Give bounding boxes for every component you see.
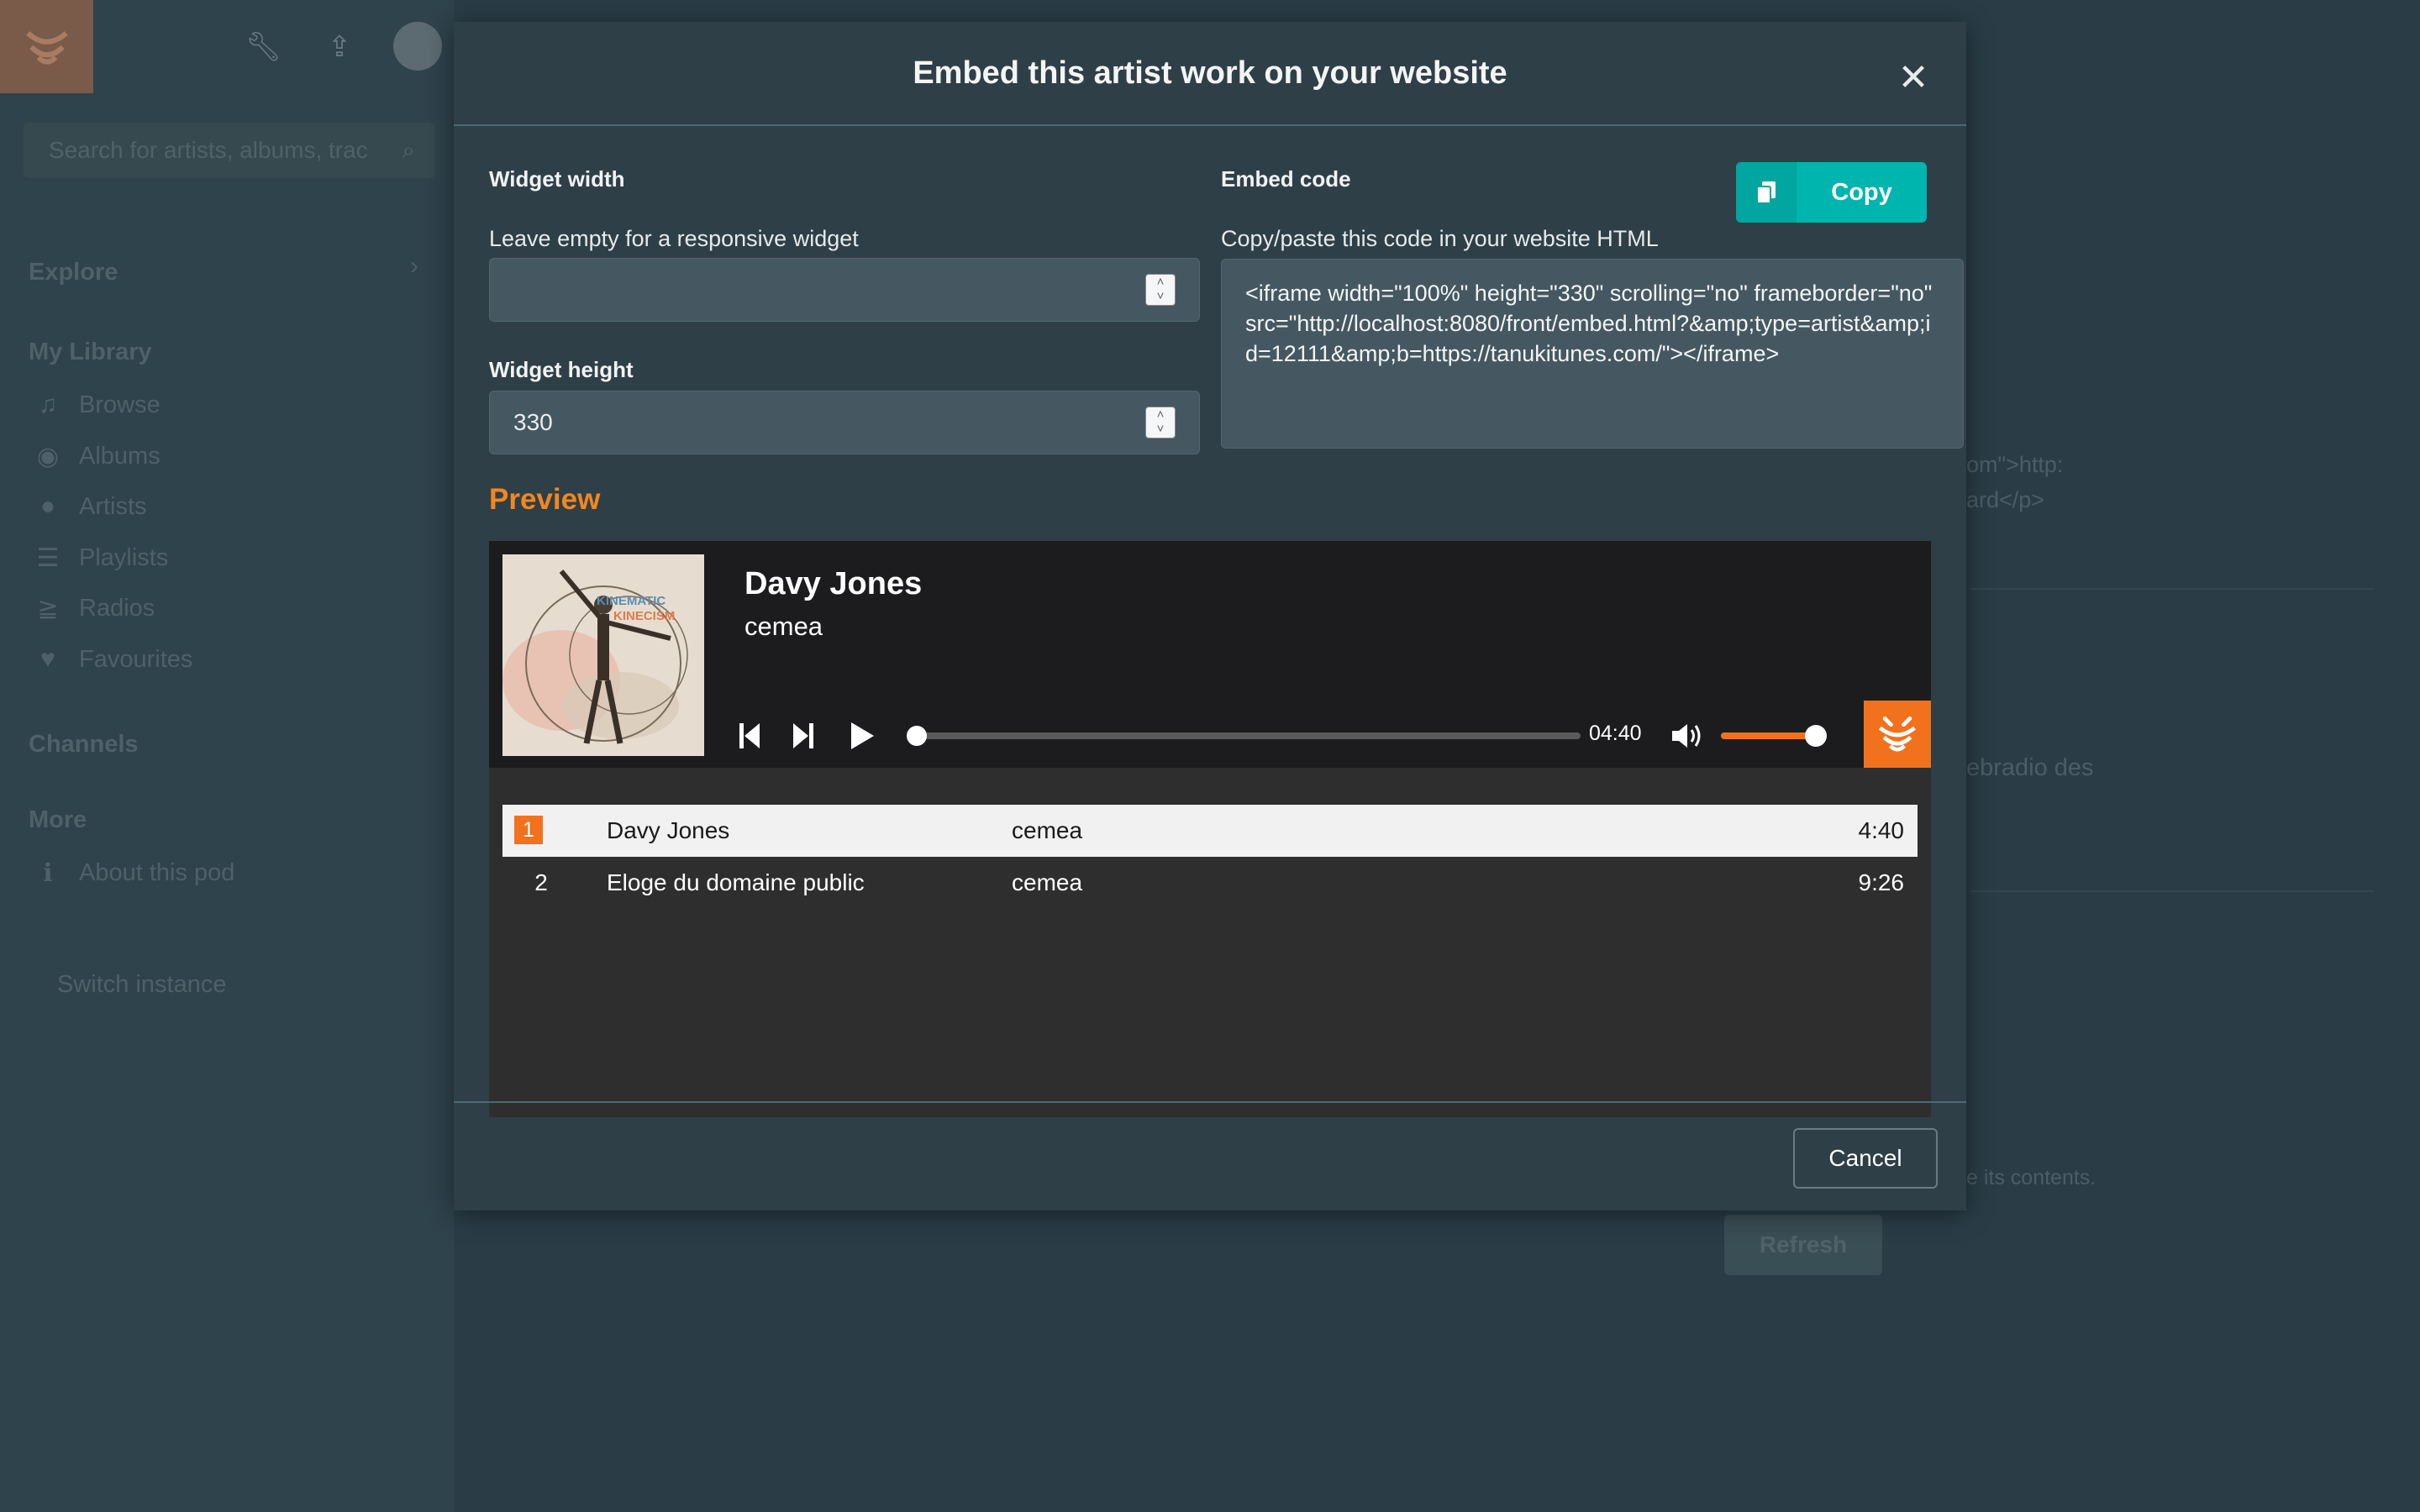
embed-player-preview: KINEMATIC KINECISM Davy Jones cemea 04:4…	[489, 541, 1931, 1117]
sidebar-my-library: My Library	[29, 339, 152, 365]
funkwhale-link-button[interactable]	[1864, 701, 1931, 768]
volume-icon[interactable]	[1669, 719, 1706, 753]
current-track-artist: cemea	[744, 612, 823, 641]
modal-footer: Cancel	[454, 1101, 1966, 1210]
widget-width-help: Leave empty for a responsive widget	[489, 226, 859, 251]
modal-title: Embed this artist work on your website	[913, 55, 1507, 91]
track-title: Eloge du domaine public	[607, 869, 865, 895]
embed-code-help: Copy/paste this code in your website HTM…	[1221, 226, 1659, 251]
info-icon: ℹ	[43, 859, 53, 887]
volume-handle[interactable]	[1805, 725, 1828, 747]
wrench-icon[interactable]: 🔧︎	[245, 30, 281, 64]
number-spinner[interactable]: ˄ ˅	[1145, 274, 1176, 306]
play-icon[interactable]	[844, 719, 881, 753]
disc-icon: ◉	[36, 443, 60, 470]
volume-level	[1721, 732, 1817, 739]
sidebar-item-albums[interactable]: ◉ Albums	[34, 442, 160, 471]
sidebar-item-radios[interactable]: ≧ Radios	[34, 594, 155, 623]
user-icon: ●	[39, 492, 56, 520]
copy-icon	[1736, 162, 1797, 223]
widget-height-label: Widget height	[489, 357, 634, 382]
sidebar-item-favourites[interactable]: ♥ Favourites	[34, 645, 192, 674]
divider	[1970, 588, 2374, 590]
track-duration: 9:26	[1858, 869, 1905, 895]
sidebar-item-artists[interactable]: ● Artists	[34, 492, 147, 521]
funkwhale-logo-icon	[1878, 717, 1917, 752]
player-header: KINEMATIC KINECISM Davy Jones cemea 04:4…	[489, 541, 1931, 768]
background-text: e its contents.	[1966, 1166, 2096, 1189]
track-artist: cemea	[1012, 817, 1083, 843]
widget-width-input[interactable]: ˄ ˅	[489, 258, 1200, 322]
sidebar-item-label: Browse	[79, 391, 160, 418]
table-row[interactable]: 2 Eloge du domaine public cemea 9:26	[502, 857, 1918, 909]
background-code-line: ard</p>	[1966, 487, 2045, 512]
copy-button[interactable]: Copy	[1736, 162, 1927, 223]
sidebar-item-label: Albums	[79, 443, 160, 470]
close-icon[interactable]: ✕	[1892, 57, 1934, 99]
track-time: 04:40	[1589, 722, 1642, 745]
refresh-button[interactable]: Refresh	[1724, 1215, 1882, 1275]
track-list: 1 Davy Jones cemea 4:40 2 Eloge du domai…	[502, 805, 1918, 909]
cover-text-2: KINECISM	[613, 609, 675, 623]
table-row[interactable]: 1 Davy Jones cemea 4:40	[502, 805, 1918, 857]
track-title: Davy Jones	[607, 817, 730, 843]
sidebar-item-about[interactable]: ℹ About this pod	[34, 858, 234, 888]
avatar[interactable]	[393, 22, 442, 71]
search-icon[interactable]: ⌕	[402, 123, 415, 178]
app-logo[interactable]	[0, 0, 93, 93]
sidebar-item-label: Artists	[79, 492, 147, 520]
music-note-icon: ♫	[38, 391, 58, 418]
embed-code-textarea[interactable]: <iframe width="100%" height="330" scroll…	[1221, 259, 1964, 449]
sidebar-more: More	[29, 806, 87, 833]
widget-width-label: Widget width	[489, 166, 625, 192]
embed-modal: Embed this artist work on your website ✕…	[454, 22, 1966, 1210]
track-artist: cemea	[1012, 869, 1083, 895]
preview-heading: Preview	[489, 483, 601, 516]
cover-text-1: KINEMATIC	[597, 594, 666, 608]
embed-code-label: Embed code	[1221, 166, 1351, 192]
previous-track-icon[interactable]	[733, 719, 766, 753]
background-code-line: om">http:	[1966, 452, 2064, 477]
next-track-icon[interactable]	[786, 719, 820, 753]
sidebar-item-browse[interactable]: ♫ Browse	[34, 391, 160, 419]
sidebar-explore[interactable]: Explore	[29, 259, 118, 286]
volume-slider[interactable]	[1721, 725, 1828, 747]
number-spinner[interactable]: ˄ ˅	[1145, 407, 1176, 438]
search-input[interactable]: Search for artists, albums, trac ⌕	[24, 123, 435, 178]
widget-height-value: 330	[513, 409, 553, 435]
background-text: ebradio des	[1966, 754, 2094, 781]
sidebar-item-label: Radios	[79, 595, 155, 622]
sidebar-channels[interactable]: Channels	[29, 731, 139, 759]
sidebar-item-label: Favourites	[79, 645, 193, 673]
track-duration: 4:40	[1858, 817, 1905, 843]
sidebar: 🔧︎ ⇪ Search for artists, albums, trac ⌕ …	[0, 0, 454, 1512]
list-icon: ☰	[36, 544, 60, 572]
modal-header: Embed this artist work on your website ✕	[454, 22, 1966, 126]
track-number: 2	[534, 869, 548, 895]
sidebar-item-label: Playlists	[79, 544, 169, 571]
copy-button-label: Copy	[1831, 178, 1892, 206]
progress-bar[interactable]	[907, 726, 1581, 746]
chevron-right-icon[interactable]: ›	[410, 252, 418, 281]
cancel-button[interactable]: Cancel	[1793, 1128, 1938, 1189]
widget-height-input[interactable]: 330 ˄ ˅	[489, 391, 1200, 454]
rss-icon: ≧	[37, 595, 59, 622]
funkwhale-logo-icon	[25, 30, 68, 65]
heart-icon: ♥	[40, 645, 55, 673]
divider	[1970, 890, 2374, 892]
track-number: 1	[514, 816, 543, 844]
current-track-title: Davy Jones	[744, 566, 923, 601]
switch-instance-link[interactable]: Switch instance	[57, 971, 227, 999]
sidebar-item-label: About this pod	[79, 859, 235, 886]
search-placeholder: Search for artists, albums, trac	[49, 137, 368, 163]
progress-handle[interactable]	[907, 726, 927, 746]
upload-icon[interactable]: ⇪	[323, 30, 356, 64]
sidebar-item-playlists[interactable]: ☰ Playlists	[34, 543, 169, 573]
album-cover: KINEMATIC KINECISM	[502, 554, 704, 756]
